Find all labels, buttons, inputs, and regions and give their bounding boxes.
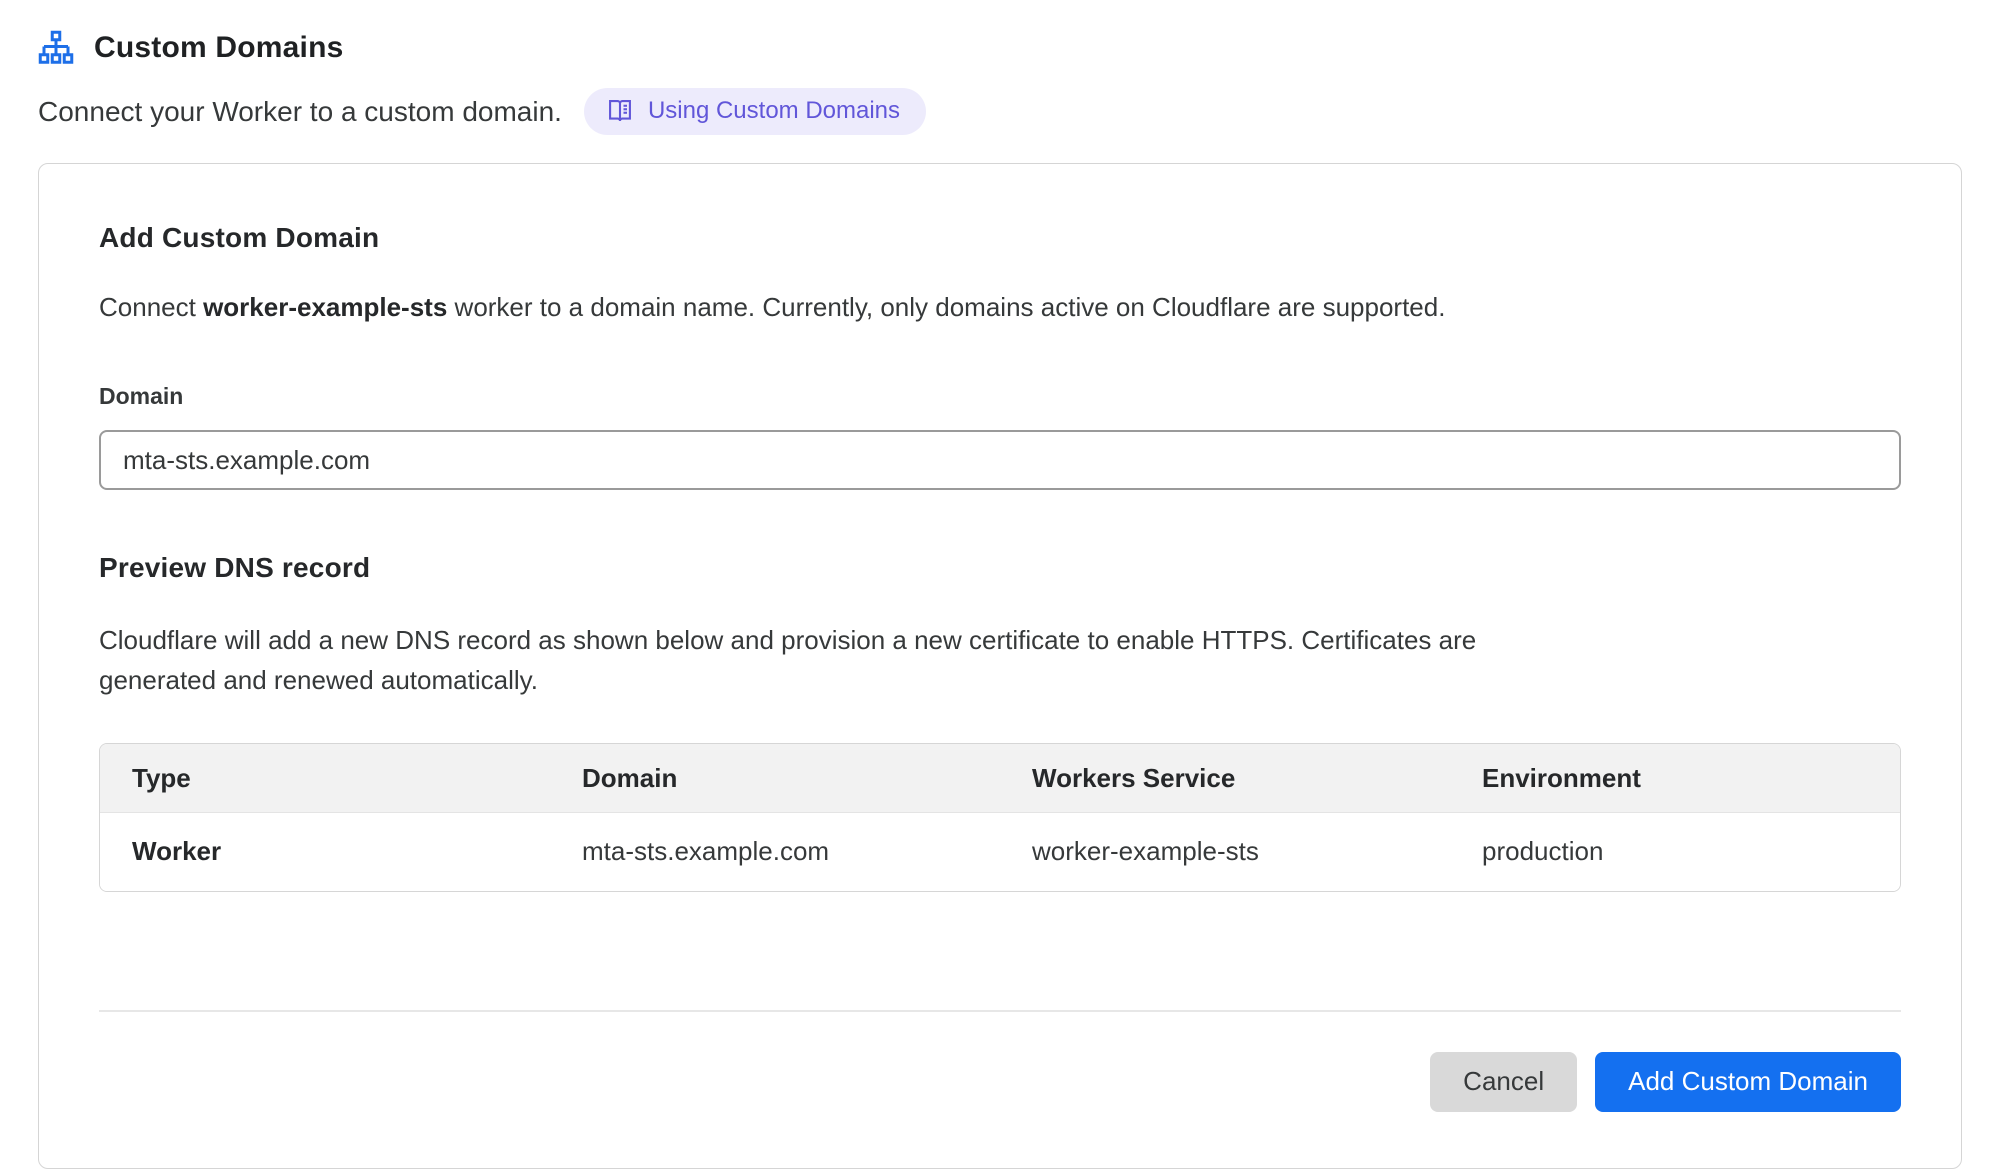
cancel-button[interactable]: Cancel	[1430, 1052, 1577, 1112]
footer-divider	[99, 1010, 1901, 1012]
sitemap-icon	[38, 30, 74, 66]
card-intro-text: Connect worker-example-sts worker to a d…	[99, 290, 1901, 325]
card-actions: Cancel Add Custom Domain	[99, 1052, 1901, 1112]
add-custom-domain-card: Add Custom Domain Connect worker-example…	[38, 163, 1962, 1169]
page-subtitle: Connect your Worker to a custom domain.	[38, 96, 562, 128]
add-custom-domain-button[interactable]: Add Custom Domain	[1595, 1052, 1901, 1112]
table-header-domain: Domain	[550, 744, 1000, 813]
preview-dns-heading: Preview DNS record	[99, 552, 1901, 584]
table-row: Worker mta-sts.example.com worker-exampl…	[100, 813, 1900, 891]
card-heading: Add Custom Domain	[99, 222, 1901, 254]
cell-environment: production	[1450, 813, 1900, 891]
cell-workers-service: worker-example-sts	[1000, 813, 1450, 891]
intro-prefix: Connect	[99, 292, 203, 322]
dns-preview-table: Type Domain Workers Service Environment …	[99, 743, 1901, 892]
preview-dns-description: Cloudflare will add a new DNS record as …	[99, 620, 1549, 701]
using-custom-domains-link[interactable]: Using Custom Domains	[584, 88, 926, 135]
worker-name: worker-example-sts	[203, 292, 447, 322]
using-custom-domains-label: Using Custom Domains	[648, 97, 900, 125]
cell-domain: mta-sts.example.com	[550, 813, 1000, 891]
domain-input[interactable]	[99, 430, 1901, 490]
table-header-type: Type	[100, 744, 550, 813]
domain-field-label: Domain	[99, 383, 1901, 410]
page-title: Custom Domains	[94, 31, 344, 65]
page-subtitle-row: Connect your Worker to a custom domain. …	[38, 88, 1961, 135]
table-header-environment: Environment	[1450, 744, 1900, 813]
intro-suffix: worker to a domain name. Currently, only…	[447, 292, 1445, 322]
table-header-row: Type Domain Workers Service Environment	[100, 744, 1900, 813]
cell-type: Worker	[100, 813, 550, 891]
custom-domains-page: Custom Domains Connect your Worker to a …	[0, 0, 1999, 1169]
table-header-workers-service: Workers Service	[1000, 744, 1450, 813]
open-book-icon	[606, 97, 634, 125]
page-header: Custom Domains	[38, 30, 1961, 66]
